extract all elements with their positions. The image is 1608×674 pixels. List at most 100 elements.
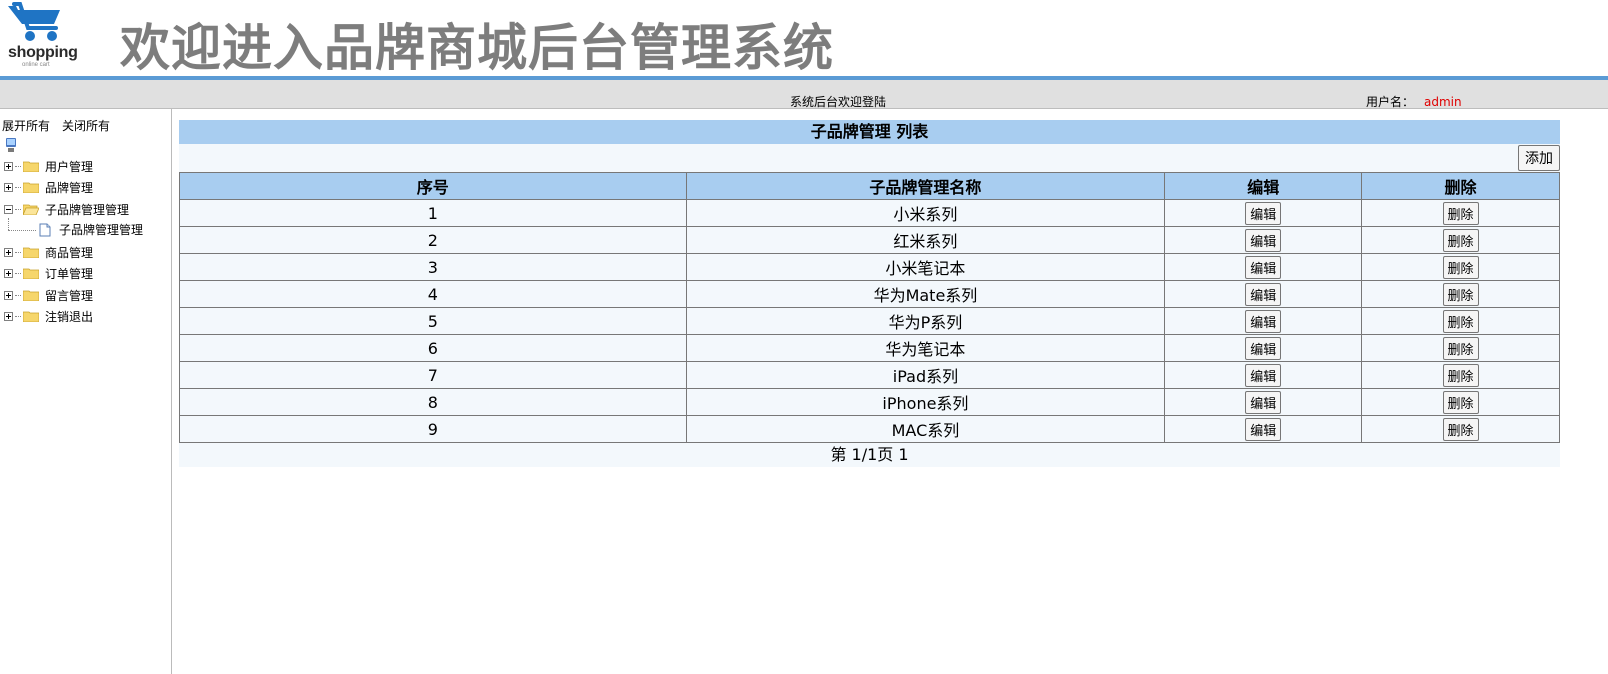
status-bar: 系统后台欢迎登陆 用户名： admin [0,80,1608,109]
tree-controls: 展开所有 关闭所有 [2,117,122,134]
edit-cell: 编辑 [1164,361,1363,389]
expand-icon[interactable] [4,290,13,300]
row-name: 华为Mate系列 [685,280,1166,308]
table-row: 5 华为P系列 编辑 删除 [179,307,1560,335]
edit-cell: 编辑 [1164,415,1363,443]
folder-icon [23,161,39,172]
edit-button[interactable]: 编辑 [1245,309,1282,333]
sidebar-item-orders[interactable]: 订单管理 [4,264,93,282]
sidebar-item-label: 品牌管理 [45,180,94,195]
delete-button[interactable]: 删除 [1442,363,1479,387]
row-name: 小米笔记本 [685,253,1166,281]
row-name: iPhone系列 [685,388,1166,416]
sidebar-item-label: 订单管理 [45,266,94,281]
table-row: 2 红米系列 编辑 删除 [179,226,1560,254]
table-row: 1 小米系列 编辑 删除 [179,199,1560,227]
column-header-name: 子品牌管理名称 [685,172,1166,200]
edit-cell: 编辑 [1164,388,1363,416]
sidebar-item-label: 商品管理 [45,245,94,260]
row-name: 小米系列 [685,199,1166,227]
edit-button[interactable]: 编辑 [1245,228,1282,252]
sidebar-item-label: 留言管理 [45,288,94,303]
delete-button[interactable]: 删除 [1442,417,1479,441]
folder-icon [23,311,39,322]
sidebar-item-logout[interactable]: 注销退出 [4,307,93,325]
delete-button[interactable]: 删除 [1442,228,1479,252]
row-name: MAC系列 [685,415,1166,443]
sidebar-item-sub-brands[interactable]: 子品牌管理管理 [4,200,129,218]
username-label: 用户名： [1366,95,1415,109]
edit-button[interactable]: 编辑 [1245,201,1282,225]
delete-cell: 删除 [1361,253,1560,281]
folder-icon [23,247,39,258]
sidebar-item-brands[interactable]: 品牌管理 [4,178,93,196]
edit-cell: 编辑 [1164,199,1363,227]
delete-button[interactable]: 删除 [1442,390,1479,414]
row-name: 红米系列 [685,226,1166,254]
delete-cell: 删除 [1361,415,1560,443]
folder-icon [23,268,39,279]
delete-button[interactable]: 删除 [1442,309,1479,333]
column-header-delete: 删除 [1361,172,1560,200]
page-icon [39,223,51,236]
sidebar-item-messages[interactable]: 留言管理 [4,286,93,304]
site-title: 欢迎进入品牌商城后台管理系统 [120,19,834,77]
computer-icon [6,138,16,152]
edit-button[interactable]: 编辑 [1245,363,1282,387]
delete-cell: 删除 [1361,388,1560,416]
edit-button[interactable]: 编辑 [1245,336,1282,360]
delete-button[interactable]: 删除 [1442,282,1479,306]
row-name: 华为笔记本 [685,334,1166,362]
sidebar-item-products[interactable]: 商品管理 [4,243,93,261]
expand-icon[interactable] [4,161,13,171]
delete-button[interactable]: 删除 [1442,255,1479,279]
row-id: 3 [179,253,687,281]
delete-cell: 删除 [1361,199,1560,227]
edit-button[interactable]: 编辑 [1245,282,1282,306]
row-id: 6 [179,334,687,362]
table-header-row: 序号 子品牌管理名称 编辑 删除 [179,172,1560,200]
table-row: 3 小米笔记本 编辑 删除 [179,253,1560,281]
expand-all-link[interactable]: 展开所有 [2,119,50,133]
header: shopping online cart 欢迎进入品牌商城后台管理系统 [0,0,1608,78]
sidebar-item-users[interactable]: 用户管理 [4,157,93,175]
delete-cell: 删除 [1361,307,1560,335]
expand-icon[interactable] [4,268,13,278]
expand-icon[interactable] [4,247,13,257]
sidebar-item-sub-brand-list[interactable]: 子品牌管理管理 [29,221,143,238]
folder-icon [23,182,39,193]
add-button[interactable]: 添加 [1518,145,1560,171]
expand-icon[interactable] [4,311,13,321]
edit-button[interactable]: 编辑 [1245,417,1282,441]
edit-button[interactable]: 编辑 [1245,390,1282,414]
logo-text: shopping [8,44,78,61]
main-content: 子品牌管理 列表 添加 序号 子品牌管理名称 编辑 删除 1 小米系列 编辑 删除 2 红… [179,120,1560,467]
row-name: iPad系列 [685,361,1166,389]
expand-icon[interactable] [4,182,13,192]
collapse-all-link[interactable]: 关闭所有 [62,119,110,133]
toolbar: 添加 [179,144,1560,172]
delete-button[interactable]: 删除 [1442,336,1479,360]
edit-button[interactable]: 编辑 [1245,255,1282,279]
delete-cell: 删除 [1361,226,1560,254]
sidebar-item-label: 注销退出 [45,309,94,324]
user-info: 用户名： admin [1366,93,1462,110]
row-id: 1 [179,199,687,227]
sidebar: 展开所有 关闭所有 用户管理 品牌管理 子品牌管理管理 子品牌管理管理 商品管理 … [0,109,172,674]
table-row: 7 iPad系列 编辑 删除 [179,361,1560,389]
table-row: 9 MAC系列 编辑 删除 [179,415,1560,443]
sub-brand-table: 序号 子品牌管理名称 编辑 删除 1 小米系列 编辑 删除 2 红米系列 编辑 删除 3 小米笔记… [179,172,1560,443]
row-id: 7 [179,361,687,389]
edit-cell: 编辑 [1164,280,1363,308]
folder-icon [23,290,39,301]
page-title: 子品牌管理 列表 [179,120,1560,144]
pagination: 第 1/1页 1 [179,443,1560,467]
column-header-id: 序号 [179,172,687,200]
row-id: 9 [179,415,687,443]
open-folder-icon [23,204,39,215]
collapse-icon[interactable] [4,204,13,214]
delete-button[interactable]: 删除 [1442,201,1479,225]
row-id: 5 [179,307,687,335]
edit-cell: 编辑 [1164,334,1363,362]
username: admin [1424,95,1462,109]
